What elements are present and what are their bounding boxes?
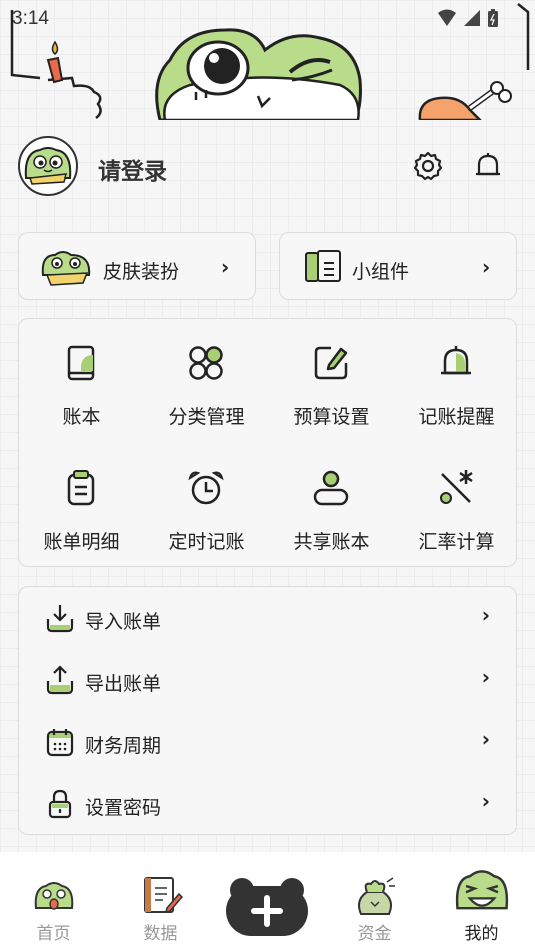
list-item-financial-cycle[interactable]: 财务周期 › — [19, 711, 516, 773]
chevron-right-icon: › — [481, 727, 490, 751]
frog-home-icon — [34, 882, 74, 910]
bell-icon — [441, 346, 471, 375]
status-icons — [437, 8, 499, 28]
list-label: 导出账单 — [85, 673, 162, 695]
grid-label: 共享账本 — [293, 531, 370, 553]
list-item-export-bill[interactable]: 导出账单 › — [19, 649, 516, 711]
tab-data[interactable]: 数据 — [107, 852, 214, 951]
lock-icon — [48, 789, 72, 819]
grid-item-ledger[interactable]: 账本 — [19, 323, 144, 433]
settings-list: 导入账单 › 导出账单 › 财务周期 › 设置密码 › — [18, 586, 517, 835]
grid-item-category[interactable]: 分类管理 — [144, 323, 269, 433]
widget-card[interactable]: 小组件 › — [279, 232, 517, 300]
login-prompt[interactable]: 请登录 — [98, 152, 167, 186]
grid-label: 汇率计算 — [418, 531, 495, 553]
chevron-right-icon: › — [481, 603, 490, 627]
tab-label: 首页 — [36, 924, 71, 944]
list-label: 导入账单 — [85, 611, 162, 633]
frog-avatar-icon — [24, 147, 72, 185]
grid-item-reminder[interactable]: 记账提醒 — [394, 323, 519, 433]
notebook-icon — [144, 877, 183, 914]
avatar[interactable] — [18, 136, 78, 196]
chevron-right-icon: › — [221, 255, 230, 279]
grid-label: 预算设置 — [293, 406, 370, 428]
list-label: 财务周期 — [85, 735, 162, 757]
tab-add[interactable] — [214, 852, 321, 951]
skin-decoration-card[interactable]: 皮肤装扮 › — [18, 232, 256, 300]
notifications-button[interactable] — [470, 148, 506, 184]
list-item-import-bill[interactable]: 导入账单 › — [19, 587, 516, 649]
grid-label: 记账提醒 — [418, 406, 495, 428]
signal-icon — [464, 10, 480, 26]
chevron-right-icon: › — [481, 665, 490, 689]
user-icon — [313, 470, 349, 506]
bell-icon — [476, 153, 500, 176]
skin-decoration-label: 皮肤装扮 — [103, 261, 180, 283]
clipboard-icon — [67, 470, 95, 506]
grid-item-scheduled[interactable]: 定时记账 — [144, 448, 269, 558]
frog-mine-icon — [455, 870, 509, 910]
edit-icon — [314, 346, 348, 380]
alarm-clock-icon — [188, 471, 224, 505]
widget-icon — [305, 250, 341, 282]
settings-button[interactable] — [410, 148, 446, 184]
status-bar: 3:14 — [0, 0, 535, 36]
bottom-tab-bar: 首页 数据 资金 我的 — [0, 852, 535, 951]
grid-label: 账单明细 — [43, 531, 120, 553]
list-label: 设置密码 — [85, 797, 162, 819]
category-icon — [189, 346, 223, 380]
import-icon — [46, 605, 74, 633]
book-icon — [67, 345, 95, 381]
grid-item-budget[interactable]: 预算设置 — [269, 323, 394, 433]
profile-header: 请登录 — [18, 136, 518, 198]
widget-label: 小组件 — [352, 261, 410, 283]
grid-item-bill-detail[interactable]: 账单明细 — [19, 448, 144, 558]
grid-item-exchange-rate[interactable]: 汇率计算 — [394, 448, 519, 558]
status-time: 3:14 — [12, 8, 49, 29]
tab-label: 我的 — [464, 924, 499, 944]
tab-label: 资金 — [357, 924, 392, 944]
exchange-rate-icon — [440, 470, 473, 504]
gear-icon — [413, 151, 443, 181]
export-icon — [46, 665, 74, 695]
chevron-right-icon: › — [482, 255, 491, 279]
battery-icon — [488, 9, 498, 27]
tab-home[interactable]: 首页 — [0, 852, 107, 951]
calendar-icon — [46, 729, 74, 757]
list-item-set-password[interactable]: 设置密码 › — [19, 773, 516, 835]
function-grid: 账本 分类管理 预算设置 记账提醒 账单明细 定时记账 共享账本 汇率计算 — [18, 318, 517, 567]
tab-funds[interactable]: 资金 — [321, 852, 428, 951]
money-bag-icon — [358, 877, 395, 915]
tab-mine[interactable]: 我的 — [428, 852, 535, 951]
grid-label: 账本 — [62, 406, 101, 428]
wifi-icon — [438, 9, 456, 26]
add-button-icon — [226, 878, 308, 936]
grid-item-shared-ledger[interactable]: 共享账本 — [269, 448, 394, 558]
grid-label: 定时记账 — [168, 531, 245, 553]
tab-label: 数据 — [143, 924, 178, 944]
frog-skin-icon — [41, 251, 91, 286]
grid-label: 分类管理 — [168, 406, 245, 428]
chevron-right-icon: › — [481, 789, 490, 813]
